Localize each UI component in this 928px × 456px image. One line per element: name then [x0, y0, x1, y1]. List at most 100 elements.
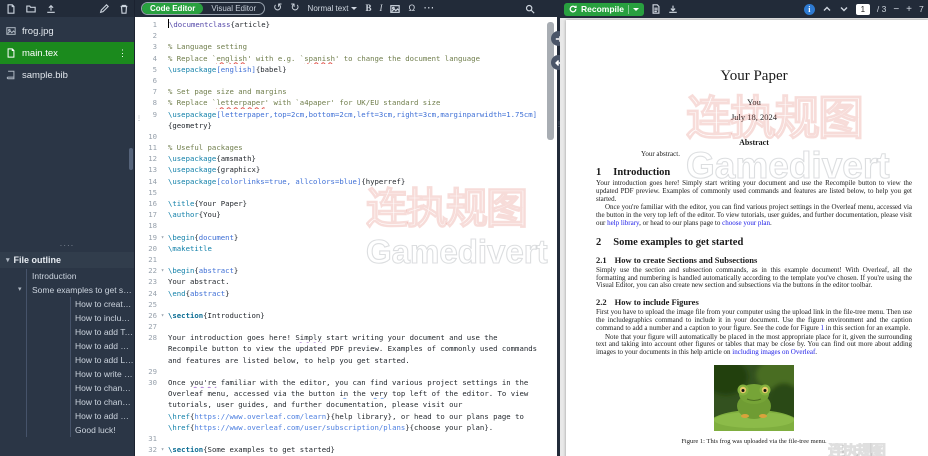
insert-symbol-button[interactable]: Ω: [408, 3, 415, 14]
file-item[interactable]: main.tex ⋮: [0, 42, 134, 64]
line-number: 2: [152, 31, 157, 41]
pdf-text: .: [815, 348, 818, 357]
chevron-up-icon[interactable]: [822, 4, 832, 14]
editor-toolbar: Code Editor Visual Editor ↺ ↻ Normal tex…: [135, 0, 557, 17]
line-number: 7: [152, 87, 157, 97]
code-line: 12 \usepackage{amsmath}: [135, 153, 557, 164]
code-line: 20 \maketitle: [135, 243, 557, 254]
search-icon[interactable]: [525, 4, 535, 14]
insert-figure-icon[interactable]: [390, 4, 401, 14]
section-title: Introduction: [613, 167, 671, 178]
paragraph-style-dropdown[interactable]: Normal text: [308, 4, 358, 13]
outline-item[interactable]: How to write Mathematics: [0, 367, 134, 381]
recompile-button[interactable]: Recompile: [564, 2, 644, 16]
outline-item[interactable]: How to add Lists: [0, 353, 134, 367]
outline-item[interactable]: Introduction: [0, 269, 134, 283]
fold-marker-icon: [157, 109, 168, 120]
line-number: 10: [148, 131, 157, 141]
code-line: 7 % Set page size and margins: [135, 86, 557, 97]
pdf-link[interactable]: help library: [607, 219, 639, 227]
overleaf-app: frog.jpg main.tex ⋮ sample.bib ···· ▾ File …: [0, 0, 928, 456]
undo-icon[interactable]: ↺: [273, 3, 282, 14]
sidebar-divider-grip[interactable]: ⋮: [136, 116, 142, 122]
pdf-viewport[interactable]: Your Paper You July 18, 2024 Abstract Your a…: [560, 18, 928, 456]
new-file-icon[interactable]: [5, 3, 16, 14]
outline-item[interactable]: How to add Comments and ...: [0, 339, 134, 353]
outline-item[interactable]: How to change the margins ...: [0, 381, 134, 395]
zoom-in-button[interactable]: +: [906, 4, 912, 15]
code-line: tutorials, user guides, and further docu…: [135, 399, 557, 410]
line-number: 1: [152, 20, 157, 29]
outline-item-label: Some examples to get started: [32, 285, 134, 295]
file-outline-header[interactable]: ▾ File outline: [0, 252, 134, 268]
code-text: Recompile button to view the updated PDF…: [168, 344, 538, 354]
fold-marker-icon: [157, 86, 168, 97]
code-line: 19 ▾ \begin{document}: [135, 232, 557, 243]
outline-item[interactable]: How to include Figures: [0, 311, 134, 325]
frog-figure-image: [714, 364, 794, 431]
delete-trash-icon[interactable]: [118, 3, 129, 14]
download-pdf-icon[interactable]: [668, 4, 678, 14]
rename-pencil-icon[interactable]: [98, 3, 109, 14]
redo-icon[interactable]: ↻: [290, 3, 299, 14]
line-number: 22: [148, 266, 157, 276]
fold-marker-icon[interactable]: ▾: [157, 444, 168, 455]
visual-editor-tab[interactable]: Visual Editor: [203, 3, 264, 14]
chevron-down-icon[interactable]: [839, 4, 849, 14]
button-divider: [628, 4, 629, 14]
fold-marker-icon: [157, 377, 168, 388]
fold-marker-icon[interactable]: ▾: [157, 265, 168, 276]
code-editor-tab[interactable]: Code Editor: [142, 3, 204, 14]
page-number-input[interactable]: 1: [855, 3, 870, 15]
fold-marker-icon[interactable]: ▾: [157, 232, 168, 243]
fold-marker-icon: [157, 19, 168, 30]
more-options-button[interactable]: ⋯: [423, 3, 434, 14]
outline-item[interactable]: How to add Citations and a ...: [0, 409, 134, 423]
pdf-section-heading: 2 Some examples to get started: [596, 237, 912, 248]
code-line: and features are listed below, to help y…: [135, 355, 557, 366]
fold-marker-icon: [157, 422, 168, 433]
file-menu-dots-icon[interactable]: ⋮: [118, 48, 128, 59]
editor-mode-switch: Code Editor Visual Editor: [141, 2, 266, 15]
new-folder-icon[interactable]: [25, 3, 36, 14]
file-item[interactable]: frog.jpg: [0, 20, 134, 42]
pdf-text: Your introduction goes here! Simply star…: [596, 179, 912, 203]
code-line: 3 % Language setting: [135, 41, 557, 52]
code-line: 28 Your introduction goes here! Simply st…: [135, 332, 557, 343]
code-editing-area[interactable]: 1 \documentclass{article} 2 3 % Language set…: [135, 17, 557, 456]
pdf-paragraph: Note that your figure will automatically…: [596, 333, 912, 357]
outline-item[interactable]: How to change the documen...: [0, 395, 134, 409]
file-tree: frog.jpg main.tex ⋮ sample.bib: [0, 17, 134, 86]
bold-button[interactable]: B: [365, 3, 371, 14]
info-icon[interactable]: i: [803, 3, 815, 15]
italic-button[interactable]: I: [379, 3, 382, 14]
pdf-link[interactable]: including images on Overleaf: [732, 348, 815, 356]
file-item[interactable]: sample.bib: [0, 64, 134, 86]
chevron-down-icon[interactable]: [633, 7, 639, 11]
pdf-link[interactable]: choose your plan: [722, 219, 770, 227]
fold-marker-icon: [157, 433, 168, 444]
pdf-section-heading: 2.1 How to create Sections and Subsection…: [596, 255, 912, 265]
view-logs-icon[interactable]: [651, 4, 661, 14]
outline-resize-handle[interactable]: ····: [0, 242, 134, 252]
fold-marker-icon[interactable]: ▾: [157, 310, 168, 321]
code-line: \href{https://www.overleaf.com/user/subs…: [135, 422, 557, 433]
outline-item[interactable]: Good luck!: [0, 423, 134, 437]
zoom-out-button[interactable]: −: [893, 4, 899, 15]
pdf-figure-caption: Figure 1: This frog was uploaded via the…: [681, 437, 827, 445]
outline-item[interactable]: ▾ Some examples to get started: [0, 283, 134, 297]
outline-item[interactable]: How to add Tables: [0, 325, 134, 339]
upload-icon[interactable]: [45, 3, 56, 14]
fold-marker-icon: [157, 176, 168, 187]
code-text: \usepackage[letterpaper,top=2cm,bottom=2…: [168, 109, 538, 119]
line-number: 19: [148, 232, 157, 242]
section-title: How to include Figures: [614, 297, 699, 308]
fold-marker-icon: [157, 399, 168, 410]
paragraph-style-value: Normal text: [307, 4, 349, 13]
fold-marker-icon: [157, 411, 168, 422]
sidebar-scrollbar[interactable]: [129, 148, 133, 170]
outline-item[interactable]: How to create Sections and ...: [0, 297, 134, 311]
section-title: How to create Sections and Subsections: [614, 254, 758, 265]
